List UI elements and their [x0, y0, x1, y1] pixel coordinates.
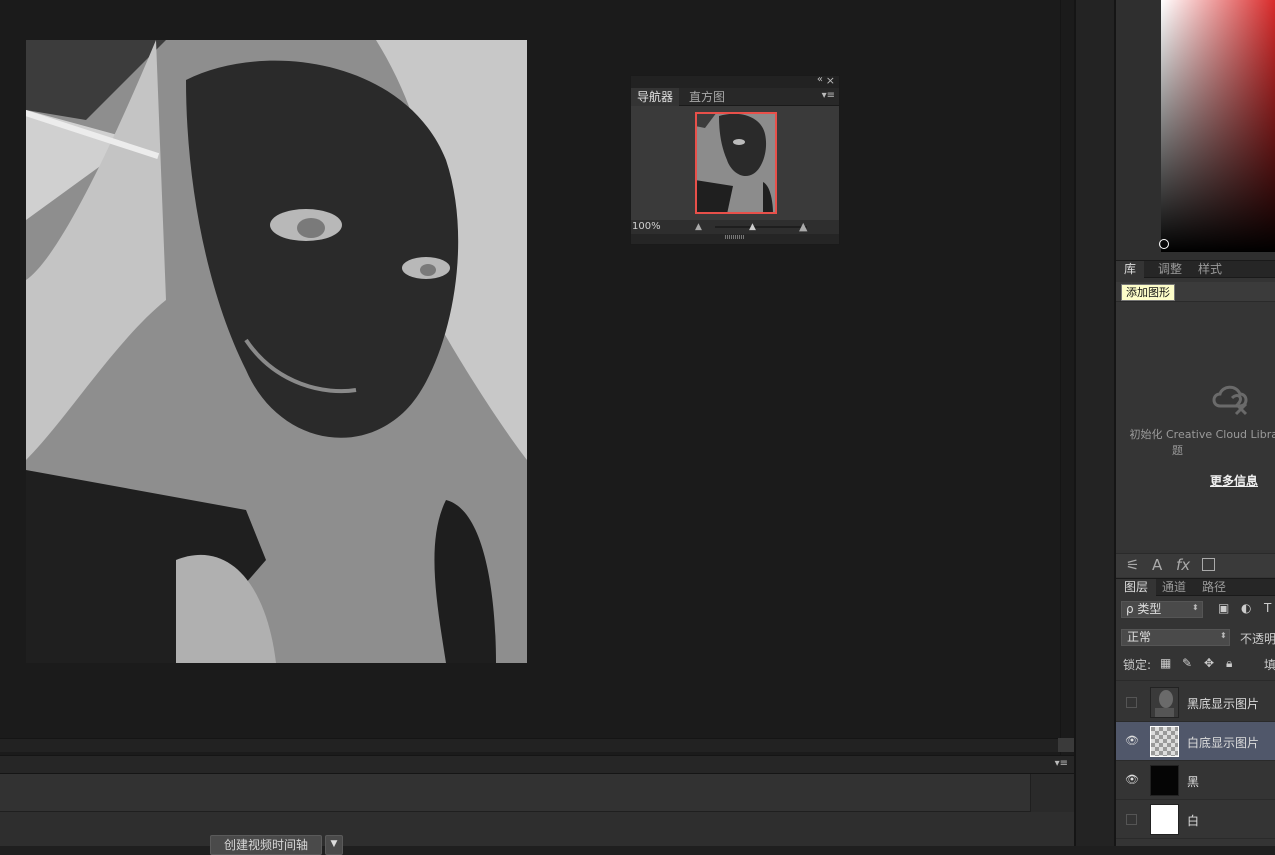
tab-library[interactable]: 库	[1116, 261, 1145, 278]
layers-tab-bar: 图层 通道 路径	[1116, 578, 1275, 596]
select-arrows-icon: ⬍	[1220, 631, 1227, 640]
canvas-document-image[interactable]	[26, 40, 527, 663]
layer-thumbnail-image	[1151, 688, 1178, 717]
create-video-timeline-button[interactable]: 创建视频时间轴	[210, 835, 322, 855]
tab-navigator[interactable]: 导航器	[631, 88, 680, 106]
navigator-preview-area[interactable]	[631, 106, 839, 220]
lock-transparency-icon[interactable]: ▦	[1160, 656, 1171, 670]
panel-menu-icon[interactable]: ▾≡	[1055, 758, 1068, 769]
layer-name: 黑	[1187, 775, 1200, 789]
grip-icon	[725, 235, 745, 239]
layer-filter-row: ρ 类型 ⬍ ▣ ◐ T	[1116, 597, 1275, 623]
add-text-icon[interactable]: A	[1152, 556, 1162, 574]
panel-menu-icon[interactable]: ▾≡	[822, 90, 835, 101]
layer-list: 黑底显示图片 👁︎ 白底显示图片 👁︎ 黑 白	[1116, 680, 1275, 846]
collapse-icon[interactable]: «	[817, 74, 823, 85]
vertical-scrollbar[interactable]	[1060, 0, 1074, 755]
lock-pixels-brush-icon[interactable]: ✎	[1182, 656, 1192, 670]
layer-row[interactable]: 白	[1116, 800, 1275, 839]
layer-name: 黑底显示图片	[1187, 697, 1260, 711]
opacity-label: 不透明	[1240, 632, 1275, 646]
canvas-workspace[interactable]	[0, 0, 1060, 755]
lock-position-move-icon[interactable]: ✥	[1204, 656, 1214, 670]
navigator-view-box[interactable]	[695, 112, 777, 214]
library-body: 初始化 Creative Cloud Librar 题 更多信息	[1116, 302, 1275, 550]
tooltip: 添加图形	[1121, 284, 1175, 301]
select-arrows-icon: ⬍	[1192, 603, 1199, 612]
adjustment-filter-icon[interactable]: ◐	[1241, 601, 1251, 615]
right-panel-dock: 库 调整 样式 添加图形 初始化 Creative Cloud Librar 题…	[1116, 0, 1275, 846]
layer-thumbnail	[1150, 804, 1179, 835]
color-picker-marker[interactable]	[1159, 239, 1169, 249]
timeline-panel: ▾≡ 创建视频时间轴 ▼	[0, 755, 1074, 855]
scrollbar-corner	[1058, 738, 1074, 752]
panel-dock-gap	[1074, 0, 1116, 846]
tab-layers[interactable]: 图层	[1116, 579, 1157, 596]
tab-adjustments[interactable]: 调整	[1150, 261, 1190, 278]
color-panel	[1116, 0, 1275, 260]
cc-init-message-2: 题	[1172, 444, 1183, 457]
layer-row[interactable]: 黑底显示图片	[1116, 683, 1275, 722]
tab-paths[interactable]: 路径	[1194, 579, 1234, 596]
zoom-slider-handle[interactable]: ▲	[749, 221, 756, 233]
inverted-portrait-image	[26, 40, 527, 663]
type-filter-icon[interactable]: T	[1264, 601, 1271, 615]
zoom-in-icon[interactable]: ▲	[799, 220, 807, 234]
layer-thumbnail	[1150, 765, 1179, 796]
library-tab-bar: 库 调整 样式	[1116, 260, 1275, 278]
cloud-error-icon	[1212, 385, 1248, 416]
timeline-track-end	[1030, 774, 1074, 812]
visibility-toggle-off[interactable]	[1126, 814, 1137, 825]
layer-thumbnail	[1150, 726, 1179, 757]
horizontal-scrollbar[interactable]	[0, 738, 1058, 752]
blend-row: 正常 ⬍ 不透明	[1116, 625, 1275, 649]
eye-icon[interactable]: 👁︎	[1125, 773, 1139, 787]
more-info-link[interactable]: 更多信息	[1210, 472, 1258, 489]
layer-thumbnail	[1150, 687, 1179, 718]
zoom-level[interactable]: 100%	[632, 220, 661, 234]
navigator-tab-bar: 导航器 直方图 ▾≡	[631, 88, 839, 106]
resize-grip[interactable]	[631, 234, 839, 244]
visibility-toggle-off[interactable]	[1126, 697, 1137, 708]
timeline-track	[0, 774, 1074, 812]
layer-row[interactable]: 👁︎ 黑	[1116, 761, 1275, 800]
eye-icon[interactable]: 👁︎	[1125, 734, 1139, 748]
chevron-down-icon[interactable]: ▼	[325, 835, 343, 855]
lock-row: 锁定: ▦ ✎ ✥ 🔒︎ 填	[1116, 651, 1275, 675]
layer-filter-select[interactable]: ρ 类型	[1121, 601, 1203, 618]
library-toolbar: ⚟ A fx	[1116, 553, 1275, 577]
layer-row-selected[interactable]: 👁︎ 白底显示图片	[1116, 722, 1275, 761]
navigator-panel: « × 导航器 直方图 ▾≡ 100% ▲ ▲ ▲	[630, 74, 840, 245]
close-icon[interactable]: ×	[826, 74, 835, 87]
lock-label: 锁定:	[1123, 658, 1152, 672]
lock-all-icon[interactable]: 🔒︎	[1226, 656, 1232, 671]
navigator-titlebar[interactable]: « ×	[631, 74, 839, 88]
layer-name: 白	[1187, 814, 1200, 828]
zoom-slider-track[interactable]	[715, 226, 807, 228]
color-spectrum-field[interactable]	[1161, 0, 1275, 252]
tab-styles[interactable]: 样式	[1190, 261, 1230, 278]
timeline-header: ▾≡	[0, 756, 1074, 774]
navigator-zoom-bar: 100% ▲ ▲ ▲	[631, 220, 839, 234]
add-color-icon[interactable]	[1202, 558, 1215, 571]
zoom-out-icon[interactable]: ▲	[695, 220, 702, 234]
tab-histogram[interactable]: 直方图	[683, 88, 731, 106]
fx-icon[interactable]: fx	[1176, 556, 1190, 574]
add-graphic-icon[interactable]: ⚟	[1126, 556, 1139, 574]
layer-name: 白底显示图片	[1187, 736, 1260, 750]
fill-label: 填	[1264, 658, 1275, 672]
blend-mode-select[interactable]: 正常	[1121, 629, 1230, 646]
tab-channels[interactable]: 通道	[1154, 579, 1194, 596]
cc-init-message: 初始化 Creative Cloud Librar	[1129, 428, 1275, 441]
dock-divider[interactable]	[1074, 0, 1076, 846]
image-filter-icon[interactable]: ▣	[1218, 601, 1229, 615]
